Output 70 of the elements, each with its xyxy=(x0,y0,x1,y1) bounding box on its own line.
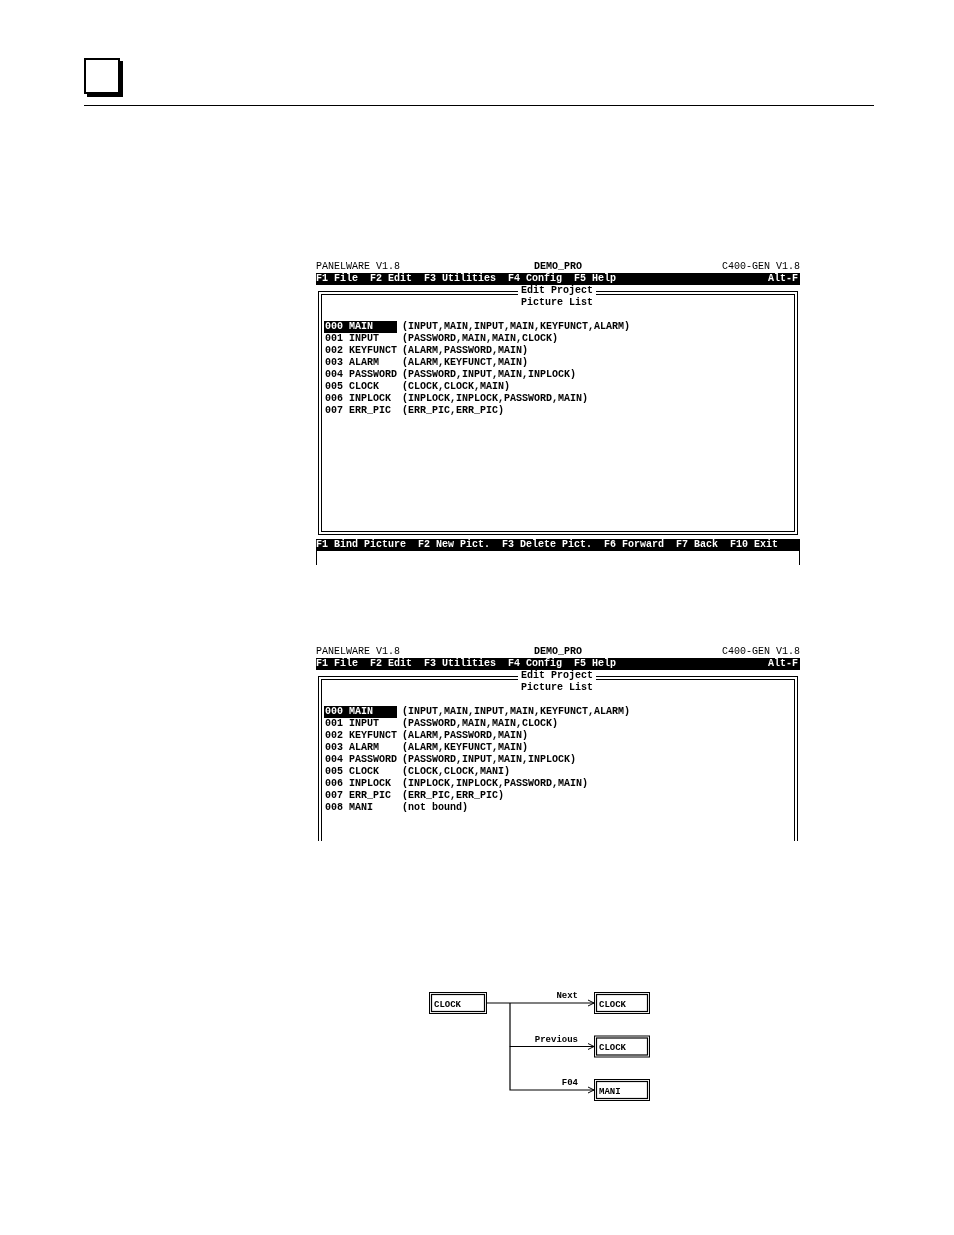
project-name: DEMO_PRO xyxy=(534,646,582,658)
picture-links: (INPUT,MAIN,INPUT,MAIN,KEYFUNCT,ALARM) xyxy=(402,321,631,333)
picture-node: CLOCK xyxy=(594,1035,650,1058)
menu-shortcut: Alt-F xyxy=(768,658,799,670)
picture-links: (ALARM,KEYFUNCT,MAIN) xyxy=(402,357,529,369)
menu-item[interactable]: F3 Utilities xyxy=(424,658,497,670)
picture-entry[interactable]: 006 INPLOCK xyxy=(324,393,397,405)
picture-links: (not bound) xyxy=(402,802,468,814)
picture-entry[interactable]: 003 ALARM xyxy=(324,742,397,754)
picture-entry[interactable]: 006 INPLOCK xyxy=(324,778,397,790)
picture-links: (PASSWORD,INPUT,MAIN,INPLOCK) xyxy=(402,754,577,766)
picture-entry[interactable]: 002 KEYFUNCT xyxy=(324,345,397,357)
list-title: Picture List xyxy=(521,682,593,694)
picture-links: (ALARM,PASSWORD,MAIN) xyxy=(402,345,529,357)
function-key[interactable]: F2 New Pict. xyxy=(418,539,491,551)
picture-links: (ERR_PIC,ERR_PIC) xyxy=(402,405,505,417)
picture-links: (INPLOCK,INPLOCK,PASSWORD,MAIN) xyxy=(402,393,589,405)
picture-entry[interactable]: 003 ALARM xyxy=(324,357,397,369)
picture-entry[interactable]: 007 ERR_PIC xyxy=(324,405,397,417)
picture-links: (CLOCK,CLOCK,MAIN) xyxy=(402,381,511,393)
menu-item[interactable]: F2 Edit xyxy=(370,658,413,670)
picture-node: MANI xyxy=(594,1079,650,1101)
frame-title: Edit Project xyxy=(518,670,596,682)
menu-item[interactable]: F2 Edit xyxy=(370,273,413,285)
menu-shortcut: Alt-F xyxy=(768,273,799,285)
function-key[interactable]: F6 Forward xyxy=(604,539,665,551)
picture-links: (PASSWORD,MAIN,MAIN,CLOCK) xyxy=(402,333,559,345)
picture-entry[interactable]: 001 INPUT xyxy=(324,718,397,730)
picture-links: (PASSWORD,MAIN,MAIN,CLOCK) xyxy=(402,718,559,730)
picture-node: CLOCK xyxy=(429,992,487,1014)
function-key[interactable]: F7 Back xyxy=(676,539,719,551)
picture-links: (ERR_PIC,ERR_PIC) xyxy=(402,790,505,802)
picture-links: (ALARM,KEYFUNCT,MAIN) xyxy=(402,742,529,754)
menu-item[interactable]: F3 Utilities xyxy=(424,273,497,285)
menu-item[interactable]: F5 Help xyxy=(574,658,617,670)
link-label: Previous xyxy=(534,1034,578,1045)
function-key[interactable]: F3 Delete Pict. xyxy=(502,539,593,551)
function-key[interactable]: F10 Exit xyxy=(730,539,779,551)
app-title: PANELWARE V1.8 xyxy=(316,646,400,658)
picture-entry[interactable]: 002 KEYFUNCT xyxy=(324,730,397,742)
list-title: Picture List xyxy=(521,297,593,309)
picture-entry[interactable]: 005 CLOCK xyxy=(324,766,397,778)
square-icon xyxy=(84,58,120,94)
picture-links: (INPLOCK,INPLOCK,PASSWORD,MAIN) xyxy=(402,778,589,790)
project-name: DEMO_PRO xyxy=(534,261,582,273)
menu-item[interactable]: F1 File xyxy=(316,658,358,670)
picture-links: (INPUT,MAIN,INPUT,MAIN,KEYFUNCT,ALARM) xyxy=(402,706,631,718)
function-key[interactable]: F1 Bind Picture xyxy=(316,539,406,551)
picture-entry[interactable]: 005 CLOCK xyxy=(324,381,397,393)
picture-node: CLOCK xyxy=(594,992,650,1014)
picture-entry[interactable]: 000 MAIN xyxy=(324,321,397,333)
picture-entry[interactable]: 004 PASSWORD xyxy=(324,754,397,766)
picture-entry[interactable]: 008 MANI xyxy=(324,802,397,814)
menu-item[interactable]: F4 Config xyxy=(508,658,563,670)
picture-entry[interactable]: 000 MAIN xyxy=(324,706,397,718)
picture-links: (ALARM,PASSWORD,MAIN) xyxy=(402,730,529,742)
version-label: C400-GEN V1.8 xyxy=(722,646,800,658)
link-label: F04 xyxy=(561,1078,578,1088)
picture-entry[interactable]: 001 INPUT xyxy=(324,333,397,345)
picture-links: (PASSWORD,INPUT,MAIN,INPLOCK) xyxy=(402,369,577,381)
app-title: PANELWARE V1.8 xyxy=(316,261,400,273)
link-label: Next xyxy=(556,991,578,1001)
menu-item[interactable]: F4 Config xyxy=(508,273,563,285)
menu-item[interactable]: F1 File xyxy=(316,273,358,285)
version-label: C400-GEN V1.8 xyxy=(722,261,800,273)
picture-links: (CLOCK,CLOCK,MANI) xyxy=(402,766,511,778)
frame-title: Edit Project xyxy=(518,285,596,297)
picture-entry[interactable]: 004 PASSWORD xyxy=(324,369,397,381)
picture-entry[interactable]: 007 ERR_PIC xyxy=(324,790,397,802)
menu-item[interactable]: F5 Help xyxy=(574,273,617,285)
